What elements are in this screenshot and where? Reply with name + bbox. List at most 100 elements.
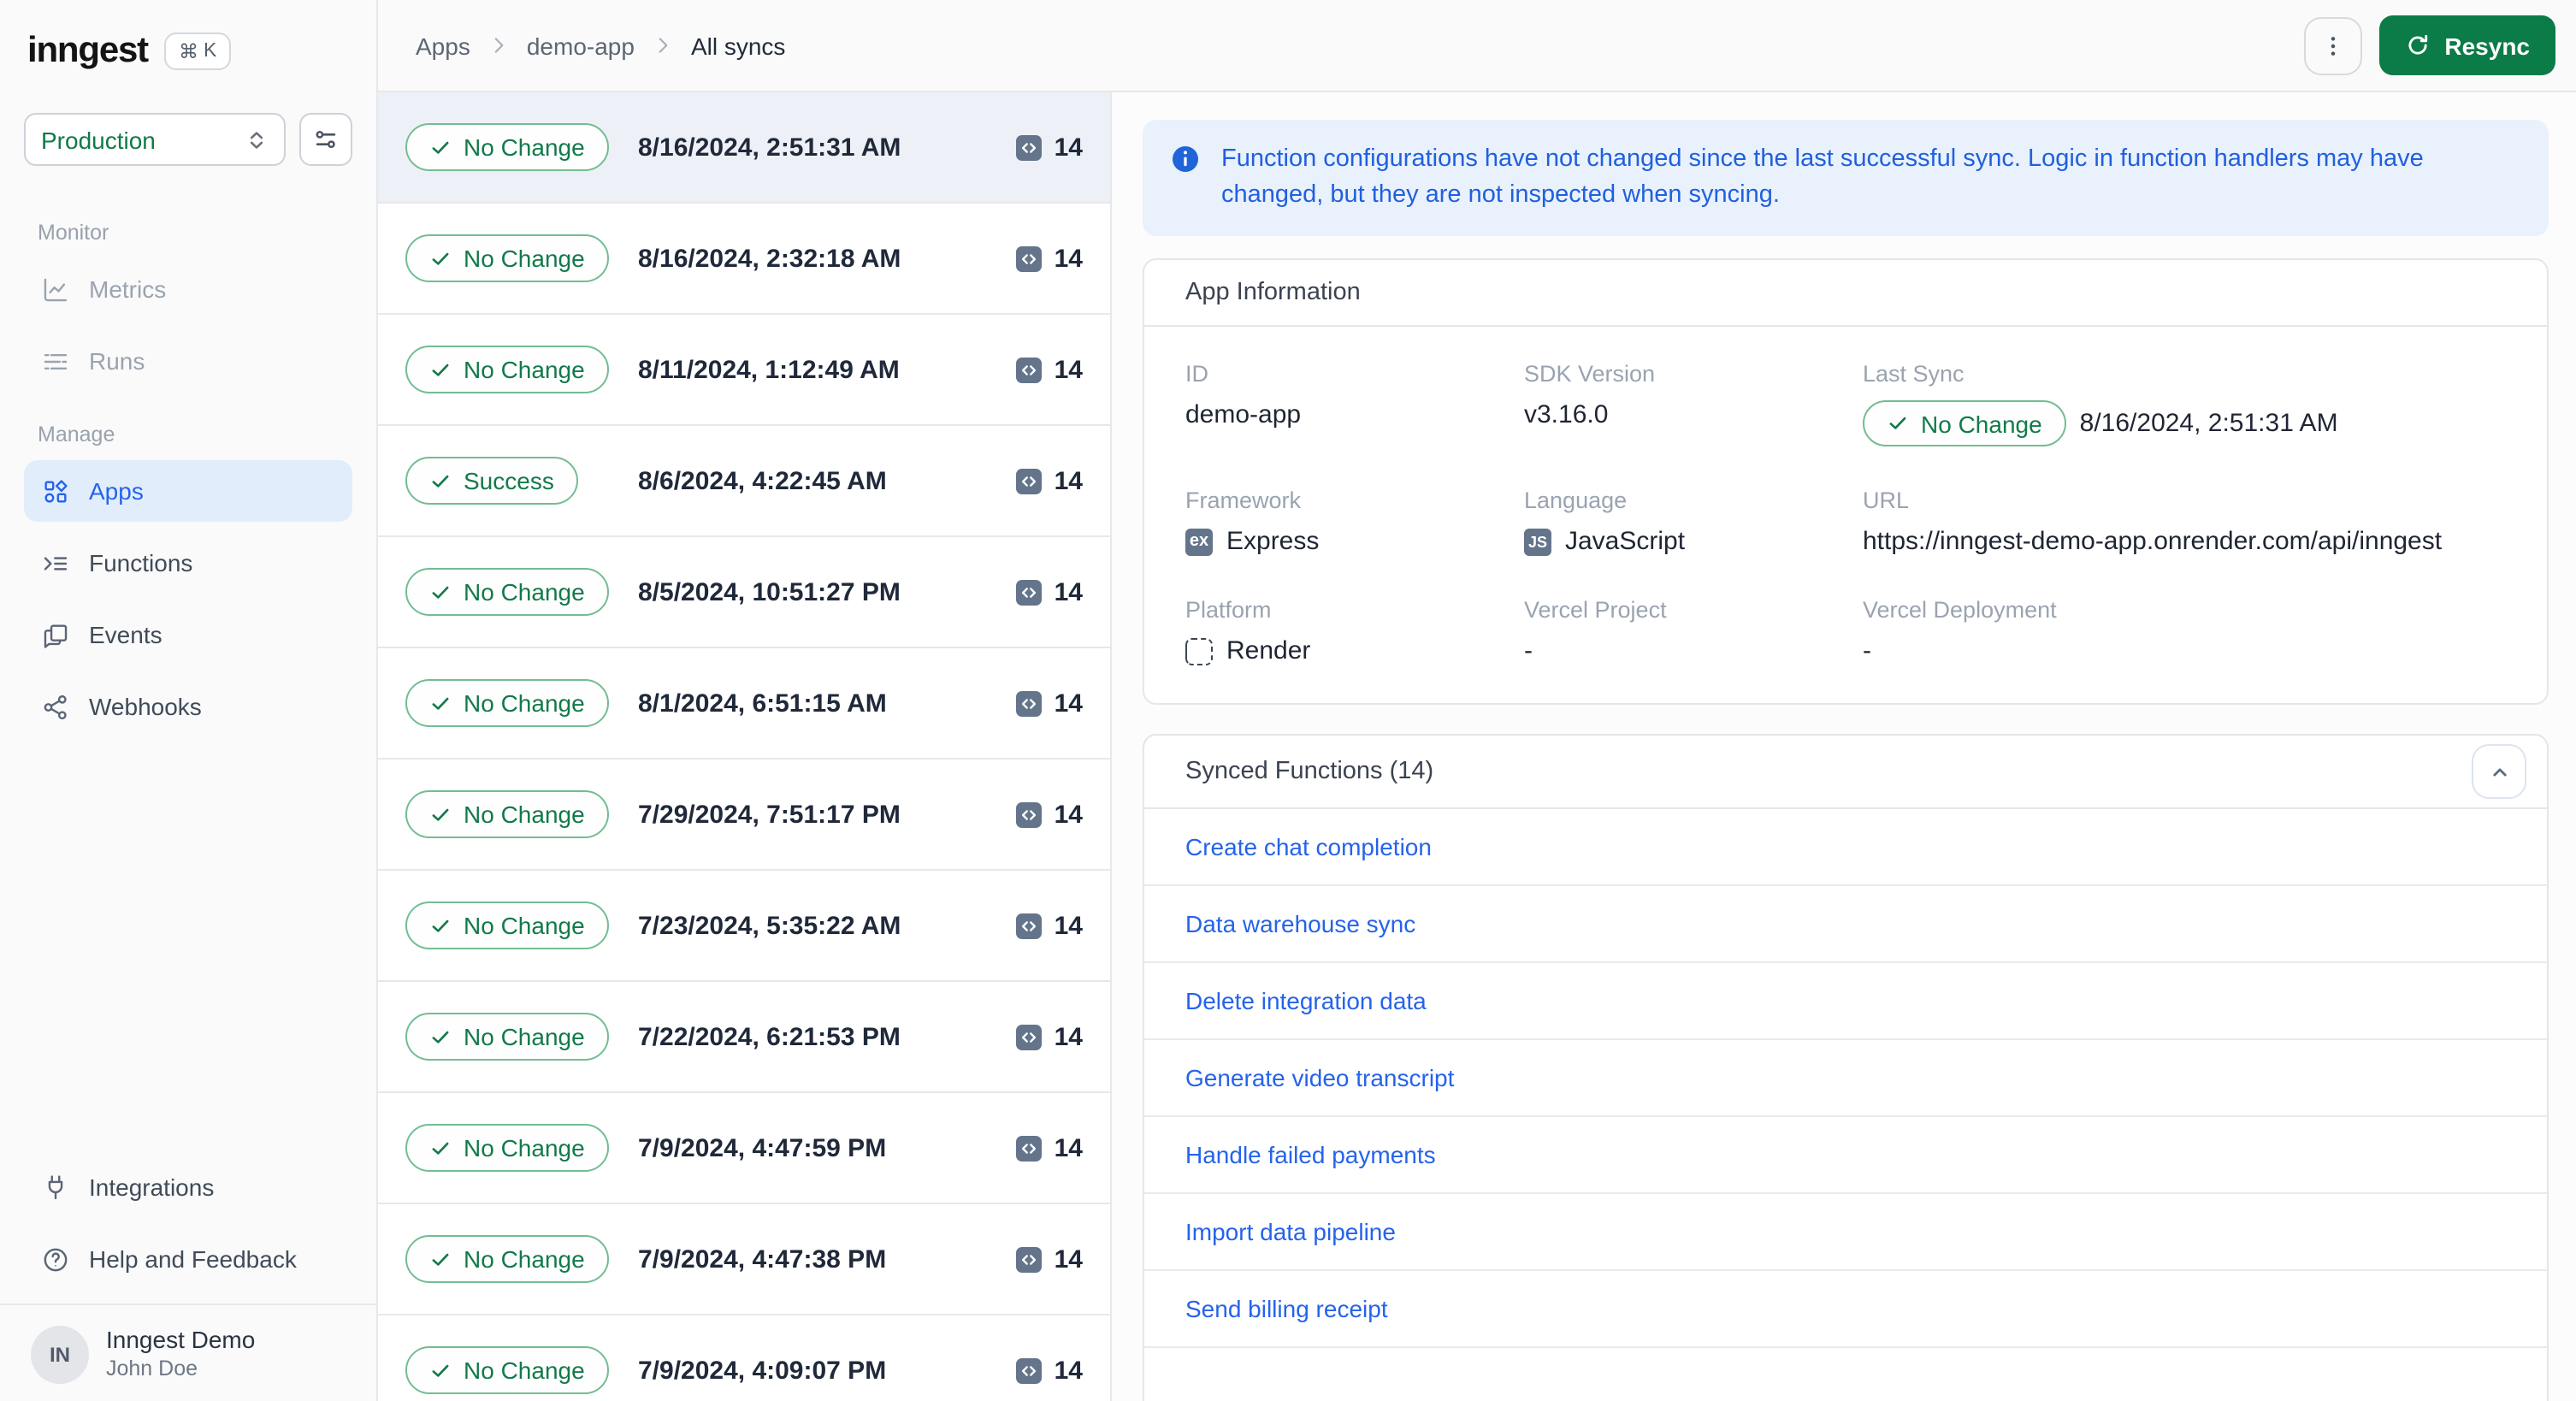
functions-icon bbox=[41, 548, 70, 577]
code-icon bbox=[1016, 1135, 1043, 1161]
environment-select-value: Production bbox=[41, 126, 156, 153]
sync-function-count: 14 bbox=[1054, 689, 1083, 718]
sync-function-count-group: 14 bbox=[1016, 1133, 1083, 1162]
breadcrumb-apps[interactable]: Apps bbox=[416, 32, 470, 59]
sync-list-item[interactable]: No Change 8/5/2024, 10:51:27 PM 14 bbox=[378, 537, 1110, 648]
sidebar-item-integrations[interactable]: Integrations bbox=[24, 1156, 352, 1218]
sync-list-item[interactable]: No Change 7/9/2024, 4:47:59 PM 14 bbox=[378, 1093, 1110, 1204]
language-value: JavaScript bbox=[1565, 527, 1686, 557]
synced-functions-card: Synced Functions (14) Create chat comple… bbox=[1143, 734, 2549, 1401]
sidebar-item-metrics[interactable]: Metrics bbox=[24, 258, 352, 320]
sync-list-item[interactable]: No Change 7/9/2024, 4:47:38 PM 14 bbox=[378, 1204, 1110, 1315]
sync-function-count-group: 14 bbox=[1016, 689, 1083, 718]
express-icon: ex bbox=[1185, 528, 1213, 556]
function-link[interactable]: Send billing receipt bbox=[1185, 1295, 1388, 1322]
field-label: Framework bbox=[1185, 488, 1302, 514]
sync-status-badge-col: Success bbox=[405, 457, 638, 505]
environment-settings-button[interactable] bbox=[299, 113, 352, 166]
sync-status-badge-col: No Change bbox=[405, 123, 638, 171]
synced-functions-title: Synced Functions (14) bbox=[1185, 758, 1434, 786]
sync-timestamp: 7/9/2024, 4:47:59 PM bbox=[638, 1133, 887, 1162]
sync-function-count: 14 bbox=[1054, 355, 1083, 384]
sync-list-item[interactable]: No Change 8/16/2024, 2:51:31 AM 14 bbox=[378, 92, 1110, 204]
sync-status-badge: No Change bbox=[405, 1013, 609, 1061]
sync-timestamp: 7/22/2024, 6:21:53 PM bbox=[638, 1022, 901, 1051]
chevron-right-icon bbox=[494, 38, 504, 53]
field-value: - bbox=[1524, 636, 1533, 666]
function-link[interactable]: Generate video transcript bbox=[1185, 1064, 1454, 1091]
more-options-button[interactable] bbox=[2304, 16, 2363, 74]
sync-list-item[interactable]: No Change 8/11/2024, 1:12:49 AM 14 bbox=[378, 315, 1110, 426]
command-k-shortcut-badge[interactable]: ⌘ K bbox=[164, 33, 231, 70]
sync-status-badge: No Change bbox=[405, 1235, 609, 1283]
sync-list-item[interactable]: No Change 7/29/2024, 7:51:17 PM 14 bbox=[378, 760, 1110, 871]
sync-status-badge-col: No Change bbox=[405, 790, 638, 838]
check-icon bbox=[432, 140, 449, 153]
synced-function-row: Send billing receipt bbox=[1144, 1271, 2547, 1349]
nav-section-manage: Manage bbox=[38, 423, 115, 446]
user-info: Inngest Demo John Doe bbox=[106, 1327, 255, 1383]
sidebar-item-webhooks[interactable]: Webhooks bbox=[24, 676, 352, 737]
sync-timestamp: 8/5/2024, 10:51:27 PM bbox=[638, 577, 901, 606]
resync-button[interactable]: Resync bbox=[2379, 15, 2555, 75]
code-icon bbox=[1016, 690, 1043, 716]
breadcrumb-all-syncs: All syncs bbox=[690, 32, 786, 59]
field-value: v3.16.0 bbox=[1524, 400, 1609, 430]
sync-list-item[interactable]: No Change 7/22/2024, 6:21:53 PM 14 bbox=[378, 982, 1110, 1093]
sync-status-badge: No Change bbox=[405, 346, 609, 393]
sync-list-item[interactable]: No Change 8/16/2024, 2:32:18 AM 14 bbox=[378, 204, 1110, 315]
refresh-icon bbox=[2408, 34, 2428, 55]
check-icon bbox=[1889, 417, 1906, 429]
sync-status-badge: No Change bbox=[405, 568, 609, 616]
sidebar-nav: Monitor Metrics Runs Manage Apps Functio… bbox=[24, 204, 352, 748]
function-link[interactable]: Create chat completion bbox=[1185, 833, 1432, 860]
synced-function-row: Import data pipeline bbox=[1144, 1194, 2547, 1272]
sidebar-item-label: Functions bbox=[89, 549, 193, 576]
sync-status-badge-col: No Change bbox=[405, 234, 638, 282]
sync-timestamp: 8/16/2024, 2:32:18 AM bbox=[638, 244, 901, 273]
sync-function-count-group: 14 bbox=[1016, 133, 1083, 162]
synced-function-row: Handle failed payments bbox=[1144, 1117, 2547, 1195]
sync-status-badge: No Change bbox=[405, 790, 609, 838]
sync-status-badge: No Change bbox=[405, 234, 609, 282]
synced-function-row: Data warehouse sync bbox=[1144, 886, 2547, 964]
sidebar-item-apps[interactable]: Apps bbox=[24, 460, 352, 522]
sync-function-count-group: 14 bbox=[1016, 1244, 1083, 1274]
sync-function-count: 14 bbox=[1054, 466, 1083, 495]
user-menu[interactable]: IN Inngest Demo John Doe bbox=[24, 1305, 352, 1401]
synced-function-row: Create chat completion bbox=[1144, 809, 2547, 887]
sidebar-item-events[interactable]: Events bbox=[24, 604, 352, 665]
function-link[interactable]: Data warehouse sync bbox=[1185, 910, 1415, 937]
sidebar-item-runs[interactable]: Runs bbox=[24, 330, 352, 392]
render-icon bbox=[1185, 637, 1213, 665]
check-icon bbox=[432, 807, 449, 820]
sync-function-count: 14 bbox=[1054, 577, 1083, 606]
field-value: https://inngest-demo-app.onrender.com/ap… bbox=[1863, 527, 2443, 557]
inngest-dashboard: inngest ⌘ K Production Monitor Metrics R… bbox=[0, 0, 2576, 1401]
sync-function-count: 14 bbox=[1054, 1244, 1083, 1274]
function-link[interactable]: Delete integration data bbox=[1185, 987, 1427, 1014]
user-name: John Doe bbox=[106, 1356, 198, 1380]
collapse-button[interactable] bbox=[2472, 744, 2526, 800]
chevron-up-down-icon bbox=[250, 131, 263, 148]
sidebar-item-help[interactable]: Help and Feedback bbox=[24, 1228, 352, 1290]
sync-status-badge-col: No Change bbox=[405, 1013, 638, 1061]
sidebar-item-functions[interactable]: Functions bbox=[24, 532, 352, 594]
breadcrumb: Apps demo-app All syncs bbox=[416, 32, 785, 59]
sync-function-count: 14 bbox=[1054, 1356, 1083, 1385]
sync-status-badge-col: No Change bbox=[405, 679, 638, 727]
events-icon bbox=[41, 620, 70, 649]
sync-list-item[interactable]: Success 8/6/2024, 4:22:45 AM 14 bbox=[378, 426, 1110, 537]
sync-status-badge-label: No Change bbox=[464, 912, 585, 939]
synced-functions-list: Create chat completion Data warehouse sy… bbox=[1144, 809, 2547, 1349]
function-link[interactable]: Handle failed payments bbox=[1185, 1141, 1436, 1168]
sync-list-item[interactable]: No Change 7/9/2024, 4:09:07 PM 14 bbox=[378, 1315, 1110, 1401]
sync-function-count-group: 14 bbox=[1016, 800, 1083, 829]
sync-list-item[interactable]: No Change 8/1/2024, 6:51:15 AM 14 bbox=[378, 648, 1110, 760]
function-link[interactable]: Import data pipeline bbox=[1185, 1218, 1396, 1245]
sync-list-item[interactable]: No Change 7/23/2024, 5:35:22 AM 14 bbox=[378, 871, 1110, 982]
environment-select[interactable]: Production bbox=[24, 113, 286, 166]
sync-timestamp: 7/9/2024, 4:47:38 PM bbox=[638, 1244, 887, 1274]
field-label: Platform bbox=[1185, 597, 1272, 624]
breadcrumb-demo-app[interactable]: demo-app bbox=[527, 32, 635, 59]
